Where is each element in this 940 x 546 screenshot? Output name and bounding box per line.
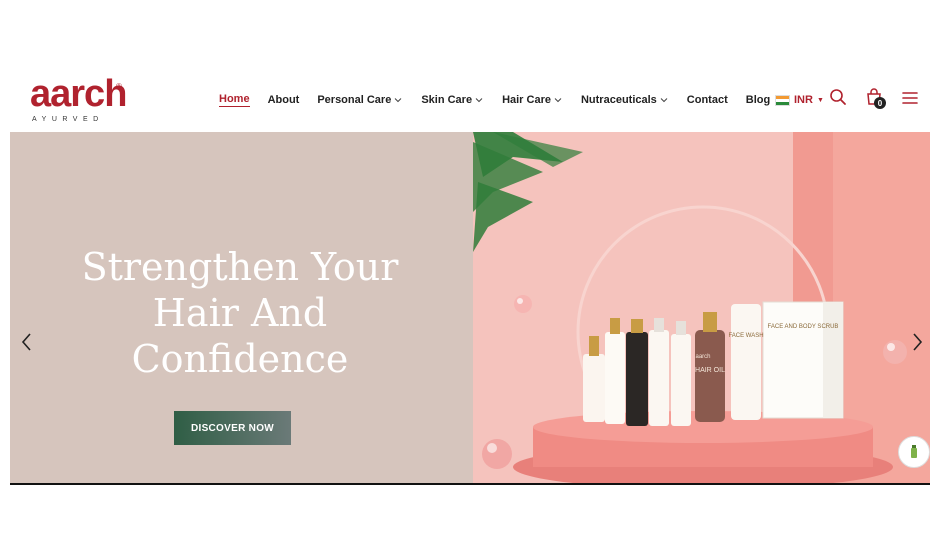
currency-selector[interactable]: INR ▼ — [775, 88, 824, 112]
floating-widget-button[interactable] — [898, 436, 930, 468]
search-icon[interactable] — [829, 88, 847, 106]
product-face-wash-label: FACE WASH — [728, 333, 763, 339]
nav-label-nutraceuticals: Nutraceuticals — [580, 94, 657, 106]
nav-label-home: Home — [219, 93, 250, 105]
hero-headline-line-3: Confidence — [131, 337, 349, 381]
nav-item-personal-care[interactable]: Personal Care — [317, 94, 403, 106]
logo-wordmark: aarch — [30, 73, 127, 115]
chevron-down-icon — [475, 98, 483, 103]
logo-tagline: AYURVED — [32, 116, 104, 123]
nav-label-skin-care: Skin Care — [421, 94, 473, 106]
hero-slider: Strengthen Your Hair And Confidence DISC… — [10, 132, 930, 484]
nav-item-contact[interactable]: Contact — [687, 94, 728, 106]
hero-text-panel: Strengthen Your Hair And Confidence DISC… — [10, 132, 473, 484]
currency-label: INR — [794, 94, 813, 106]
brand-logo[interactable]: aarch ® AYURVED — [30, 74, 130, 128]
hero-bottom-divider — [10, 483, 930, 485]
caret-down-icon: ▼ — [816, 96, 824, 104]
india-flag-icon — [775, 94, 790, 106]
product-scrub-label: FACE AND BODY SCRUB — [768, 324, 839, 330]
hero-headline-line-2: Hair And — [152, 291, 328, 335]
slider-prev-arrow-icon[interactable] — [20, 332, 34, 352]
discover-now-button[interactable]: DISCOVER NOW — [174, 411, 291, 445]
nav-item-hair-care[interactable]: Hair Care — [502, 94, 563, 106]
nav-label-hair-care: Hair Care — [502, 94, 551, 106]
site-header: aarch ® AYURVED Home About Personal Care… — [0, 70, 940, 130]
hero-product-image: aarch HAIR OIL FACE WASH FACE AND BODY S… — [473, 132, 930, 484]
nav-label-blog: Blog — [745, 94, 771, 106]
product-scene-image: aarch HAIR OIL FACE WASH FACE AND BODY S… — [473, 132, 930, 484]
product-hair-oil-label: HAIR OIL — [695, 367, 725, 374]
product-hair-oil-brand: aarch — [695, 354, 710, 360]
slider-next-arrow-icon[interactable] — [910, 332, 924, 352]
nav-item-nutraceuticals[interactable]: Nutraceuticals — [581, 94, 669, 106]
bottle-icon — [911, 445, 917, 458]
logo-registered-mark: ® — [116, 82, 122, 91]
hero-headline-line-1: Strengthen Your — [81, 245, 399, 289]
chevron-down-icon — [394, 98, 402, 103]
nav-item-skin-care[interactable]: Skin Care — [421, 94, 484, 106]
nav-item-about[interactable]: About — [268, 94, 300, 106]
main-nav: Home About Personal Care Skin Care Hair … — [219, 90, 788, 110]
cart-count-badge: 0 — [874, 97, 886, 109]
nav-label-contact: Contact — [686, 94, 728, 106]
nav-label-personal-care: Personal Care — [317, 94, 392, 106]
nav-item-blog[interactable]: Blog — [746, 94, 770, 106]
cart-button[interactable]: 0 — [864, 87, 888, 111]
chevron-down-icon — [660, 98, 668, 103]
nav-label-about: About — [267, 94, 300, 106]
nav-item-home[interactable]: Home — [219, 93, 250, 107]
page: aarch ® AYURVED Home About Personal Care… — [0, 0, 940, 546]
chevron-down-icon — [554, 98, 562, 103]
menu-icon[interactable] — [902, 91, 918, 105]
hero-headline: Strengthen Your Hair And Confidence — [50, 244, 430, 382]
